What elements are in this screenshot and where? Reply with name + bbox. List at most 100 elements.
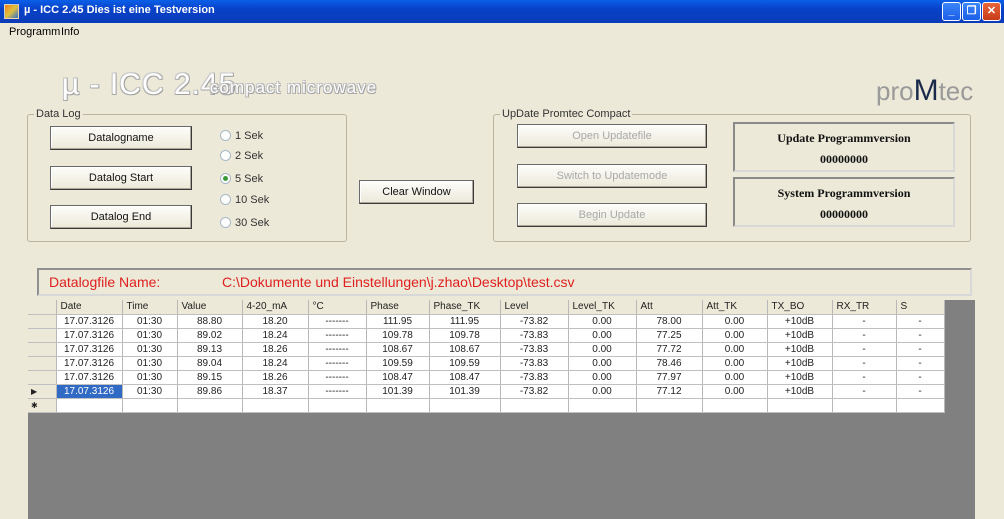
clear-window-button[interactable]: Clear Window xyxy=(359,180,474,204)
radio-10-sek[interactable]: 10 Sek xyxy=(220,194,269,206)
table-cell[interactable]: 77.97 xyxy=(636,370,703,385)
table-cell[interactable]: 18.24 xyxy=(242,356,309,371)
table-cell[interactable]: - xyxy=(896,356,945,371)
table-cell[interactable]: +10dB xyxy=(767,314,833,329)
table-cell[interactable]: 0.00 xyxy=(702,342,768,357)
table-cell[interactable]: - xyxy=(896,384,945,399)
table-cell[interactable]: -73.83 xyxy=(500,356,569,371)
col-att-tk[interactable]: Att_TK xyxy=(702,300,768,315)
table-cell[interactable]: 108.47 xyxy=(366,370,430,385)
table-cell[interactable]: 01:30 xyxy=(122,342,178,357)
table-cell[interactable]: 89.86 xyxy=(177,384,243,399)
table-cell[interactable]: 109.78 xyxy=(366,328,430,343)
maximize-button[interactable]: ❐ xyxy=(962,2,981,21)
table-cell[interactable]: - xyxy=(832,328,897,343)
table-cell[interactable]: 18.24 xyxy=(242,328,309,343)
table-cell[interactable]: 77.12 xyxy=(636,384,703,399)
table-cell[interactable] xyxy=(56,398,123,413)
table-cell[interactable]: -73.83 xyxy=(500,370,569,385)
table-cell[interactable]: 17.07.3126 xyxy=(56,342,123,357)
table-cell[interactable]: +10dB xyxy=(767,328,833,343)
table-cell[interactable]: 0.00 xyxy=(568,342,637,357)
table-cell[interactable]: ------- xyxy=(308,328,367,343)
datalog-end-button[interactable]: Datalog End xyxy=(50,205,192,229)
col-date[interactable]: Date xyxy=(56,300,123,315)
table-cell[interactable]: - xyxy=(832,342,897,357)
table-cell[interactable] xyxy=(308,398,367,413)
table-cell[interactable] xyxy=(832,398,897,413)
table-cell[interactable]: 0.00 xyxy=(568,314,637,329)
table-row[interactable]: 17.07.3126 01:30 89.13 18.26 ------- 108.67 10… xyxy=(28,342,945,357)
close-button[interactable]: ✕ xyxy=(982,2,1001,21)
table-cell[interactable]: 18.20 xyxy=(242,314,309,329)
minimize-button[interactable]: _ xyxy=(942,2,961,21)
table-cell[interactable] xyxy=(500,398,569,413)
table-cell[interactable]: 111.95 xyxy=(366,314,430,329)
table-cell[interactable]: ------- xyxy=(308,356,367,371)
table-cell[interactable]: -73.83 xyxy=(500,328,569,343)
radio-2-sek[interactable]: 2 Sek xyxy=(220,150,263,162)
table-cell[interactable] xyxy=(568,398,637,413)
table-cell[interactable]: - xyxy=(896,328,945,343)
table-cell[interactable]: +10dB xyxy=(767,342,833,357)
row-header[interactable] xyxy=(28,356,57,371)
table-cell[interactable]: +10dB xyxy=(767,370,833,385)
table-cell[interactable]: 17.07.3126 xyxy=(56,356,123,371)
table-row[interactable]: 17.07.3126 01:30 88.80 18.20 ------- 111.95 11… xyxy=(28,314,945,329)
col-s[interactable]: S xyxy=(896,300,945,315)
table-cell[interactable]: 17.07.3126 xyxy=(56,328,123,343)
table-cell[interactable]: 108.67 xyxy=(429,342,501,357)
table-cell[interactable]: 108.67 xyxy=(366,342,430,357)
table-cell[interactable]: ------- xyxy=(308,342,367,357)
table-cell[interactable]: - xyxy=(896,342,945,357)
table-row[interactable]: ▶ 17.07.3126 01:30 89.86 18.37 ------- 101.39 1… xyxy=(28,384,945,399)
table-cell[interactable] xyxy=(366,398,430,413)
table-cell[interactable]: 0.00 xyxy=(568,384,637,399)
table-cell[interactable]: - xyxy=(832,384,897,399)
radio-1-sek[interactable]: 1 Sek xyxy=(220,130,263,142)
table-cell[interactable]: - xyxy=(832,370,897,385)
table-cell[interactable]: 109.59 xyxy=(429,356,501,371)
table-cell[interactable]: 89.15 xyxy=(177,370,243,385)
table-cell[interactable]: 0.00 xyxy=(568,356,637,371)
table-cell[interactable]: 108.47 xyxy=(429,370,501,385)
table-cell[interactable]: -73.82 xyxy=(500,384,569,399)
switch-updatemode-button[interactable]: Switch to Updatemode xyxy=(517,164,707,188)
radio-5-sek[interactable]: 5 Sek xyxy=(220,173,263,185)
table-cell[interactable] xyxy=(767,398,833,413)
table-cell[interactable]: 01:30 xyxy=(122,328,178,343)
table-cell[interactable]: 0.00 xyxy=(702,314,768,329)
table-cell[interactable]: 101.39 xyxy=(429,384,501,399)
col-value[interactable]: Value xyxy=(177,300,243,315)
table-cell[interactable]: 18.26 xyxy=(242,342,309,357)
table-cell[interactable]: - xyxy=(832,314,897,329)
col-tx-bo[interactable]: TX_BO xyxy=(767,300,833,315)
table-cell[interactable]: ------- xyxy=(308,384,367,399)
col-level[interactable]: Level xyxy=(500,300,569,315)
table-cell[interactable]: 89.02 xyxy=(177,328,243,343)
table-cell[interactable]: 101.39 xyxy=(366,384,430,399)
table-cell[interactable]: 88.80 xyxy=(177,314,243,329)
table-cell[interactable]: 77.72 xyxy=(636,342,703,357)
datalog-start-button[interactable]: Datalog Start xyxy=(50,166,192,190)
col-rx-tr[interactable]: RX_TR xyxy=(832,300,897,315)
menu-info[interactable]: Info xyxy=(61,26,79,38)
table-cell[interactable]: 17.07.3126 xyxy=(56,314,123,329)
table-cell[interactable] xyxy=(242,398,309,413)
table-cell[interactable]: 78.46 xyxy=(636,356,703,371)
table-cell[interactable]: 0.00 xyxy=(568,328,637,343)
table-cell[interactable]: 0.00 xyxy=(702,384,768,399)
row-header[interactable] xyxy=(28,342,57,357)
table-cell[interactable]: 01:30 xyxy=(122,370,178,385)
table-cell[interactable]: 78.00 xyxy=(636,314,703,329)
table-cell[interactable]: 0.00 xyxy=(702,328,768,343)
row-header[interactable] xyxy=(28,314,57,329)
table-cell[interactable]: - xyxy=(896,370,945,385)
table-cell[interactable]: 0.00 xyxy=(568,370,637,385)
row-header[interactable]: ▶ xyxy=(28,384,57,399)
table-cell[interactable]: 17.07.3126 xyxy=(56,384,123,399)
table-cell[interactable]: +10dB xyxy=(767,384,833,399)
col-att[interactable]: Att xyxy=(636,300,703,315)
table-cell[interactable]: -73.83 xyxy=(500,342,569,357)
table-cell[interactable] xyxy=(702,398,768,413)
